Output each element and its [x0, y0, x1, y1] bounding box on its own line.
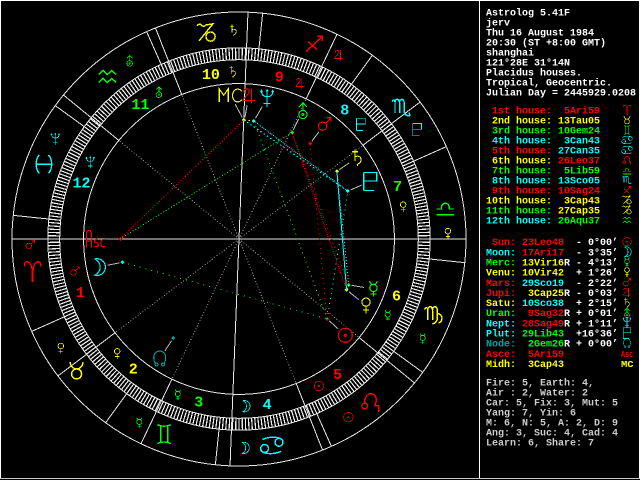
svg-text:MC: MC [621, 360, 634, 370]
svg-text:5: 5 [333, 367, 342, 384]
svg-text:3: 3 [194, 394, 203, 411]
svg-text:3Cap43: 3Cap43 [522, 360, 564, 371]
svg-text:17Ari17: 17Ari17 [522, 247, 564, 259]
svg-text:R: R [564, 319, 570, 330]
svg-text:10Vir42: 10Vir42 [522, 268, 564, 280]
svg-text:11: 11 [131, 97, 149, 114]
svg-text:Node:: Node: [486, 339, 516, 351]
svg-text:12: 12 [72, 176, 90, 193]
svg-text:1°26’: 1°26’ [582, 268, 618, 280]
svg-text:3°35’: 3°35’ [582, 247, 618, 259]
svg-text:Midh:: Midh: [486, 359, 516, 371]
svg-text:26Aqu37: 26Aqu37 [558, 217, 600, 228]
svg-text:4: 4 [263, 397, 272, 414]
svg-text:R: R [564, 289, 570, 300]
svg-text:8: 8 [340, 102, 349, 119]
svg-text:1°11’: 1°11’ [582, 318, 618, 330]
svg-text:12th house:: 12th house: [486, 216, 552, 228]
svg-text:0°00’: 0°00’ [582, 339, 618, 351]
svg-text:6: 6 [392, 288, 401, 305]
svg-text:0°03’: 0°03’ [582, 288, 618, 300]
svg-text:R: R [564, 259, 570, 270]
svg-text:1: 1 [76, 285, 85, 302]
svg-text:10: 10 [202, 67, 220, 84]
svg-text:Julian Day = 2445929.0208: Julian Day = 2445929.0208 [486, 88, 636, 100]
svg-text:Jupi:: Jupi: [486, 288, 516, 300]
svg-text:Learn: 6, Share: 7: Learn: 6, Share: 7 [486, 438, 594, 450]
svg-text:2: 2 [129, 362, 138, 379]
svg-text:9: 9 [275, 70, 284, 87]
svg-text:R: R [564, 340, 570, 351]
svg-text:7: 7 [393, 179, 402, 196]
svg-text:0°01’: 0°01’ [582, 308, 618, 320]
